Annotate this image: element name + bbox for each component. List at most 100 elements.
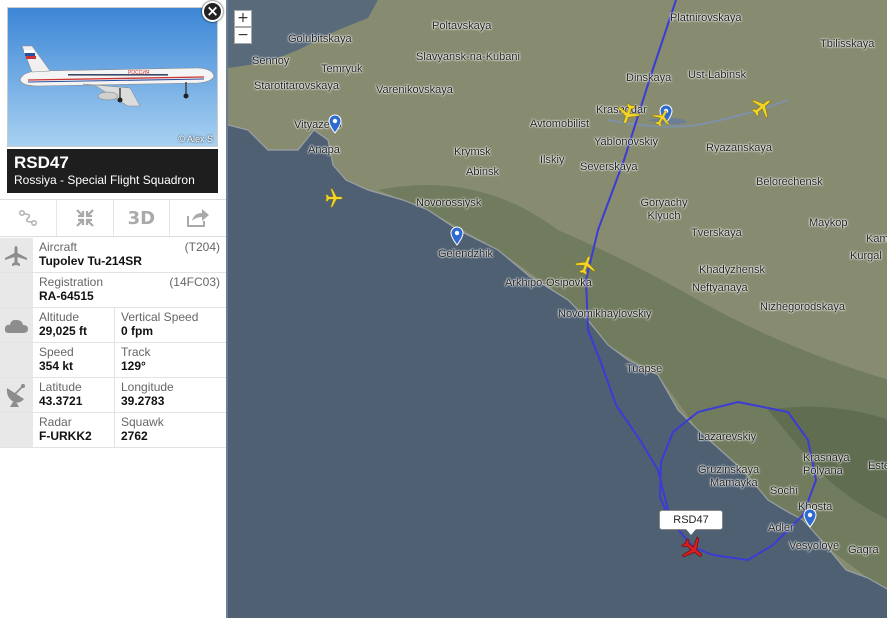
vertical-speed-cell: Vertical Speed 0 fpm bbox=[121, 310, 221, 339]
route-icon bbox=[18, 209, 37, 227]
radar-dish-icon bbox=[6, 384, 25, 407]
city-label: Tbilisskaya bbox=[820, 38, 875, 50]
city-label: Anapa bbox=[308, 144, 340, 156]
city-label: Novorossiysk bbox=[416, 197, 482, 209]
vertical-speed-label: Vertical Speed bbox=[121, 310, 199, 324]
city-label: Neftyanaya bbox=[692, 282, 748, 294]
speed-value: 354 kt bbox=[39, 359, 74, 373]
longitude-value: 39.2783 bbox=[121, 394, 165, 408]
close-panel-button[interactable]: × bbox=[202, 1, 223, 22]
latitude-label: Latitude bbox=[39, 380, 82, 394]
livery-text: РОССИЯ bbox=[128, 70, 150, 76]
zoom-out-button[interactable]: − bbox=[234, 27, 252, 44]
city-label: Maykop bbox=[809, 217, 848, 229]
longitude-label: Longitude bbox=[121, 380, 174, 394]
speed-cell: Speed 354 kt bbox=[39, 345, 115, 374]
aircraft-marker-icon[interactable] bbox=[575, 254, 597, 276]
city-label: Gruzinskaya bbox=[698, 464, 760, 476]
panel-toolbar: 3D bbox=[0, 199, 226, 237]
altitude-cell: Altitude 29,025 ft bbox=[39, 310, 115, 339]
city-label: Avtomobilist bbox=[530, 118, 590, 130]
flight-callsign: RSD47 bbox=[14, 153, 69, 172]
aircraft-marker-icon[interactable] bbox=[750, 95, 774, 119]
registration-code: (14FC03) bbox=[169, 275, 220, 289]
city-label: Tuapse bbox=[626, 363, 663, 375]
radar-label: Radar bbox=[39, 415, 72, 429]
fit-to-screen-button[interactable] bbox=[57, 200, 114, 236]
flight-info-panel: РОССИЯ © Alex S × RSD47 Rossiya - Specia… bbox=[0, 0, 226, 618]
vertical-speed-value: 0 fpm bbox=[121, 324, 154, 338]
squawk-value: 2762 bbox=[121, 429, 148, 443]
airport-pin-icon[interactable] bbox=[328, 114, 342, 134]
city-label: Gagra bbox=[848, 544, 879, 556]
city-label: Este bbox=[868, 460, 887, 472]
city-label: Temryuk bbox=[321, 63, 363, 75]
city-label: Slavyansk-na-Kubani bbox=[416, 51, 520, 63]
airline-name: Rossiya - Special Flight Squadron bbox=[14, 173, 195, 187]
aircraft-marker-icon[interactable] bbox=[324, 188, 344, 208]
airport-pin-icon[interactable] bbox=[803, 508, 817, 528]
city-label: Dinskaya bbox=[626, 72, 672, 84]
speed-label: Speed bbox=[39, 345, 74, 359]
aircraft-value: Tupolev Tu-214SR bbox=[39, 254, 142, 268]
city-label: Platnirovskaya bbox=[670, 12, 742, 24]
share-icon bbox=[187, 209, 210, 227]
flight-map[interactable]: + − Poltavskaya Platnirovskaya Golubitsk… bbox=[226, 0, 887, 618]
city-label: Tverskaya bbox=[691, 227, 742, 239]
registration-row: Registration RA-64515 (14FC03) bbox=[0, 273, 226, 308]
latitude-cell: Latitude 43.3721 bbox=[39, 380, 115, 409]
airplane-icon bbox=[5, 246, 27, 266]
aircraft-row: Aircraft Tupolev Tu-214SR (T204) bbox=[0, 238, 226, 273]
zoom-in-button[interactable]: + bbox=[234, 10, 252, 27]
squawk-label: Squawk bbox=[121, 415, 164, 429]
city-label: Kamenno bbox=[866, 233, 887, 245]
aircraft-marker-icon[interactable] bbox=[652, 108, 672, 128]
view-3d-button[interactable]: 3D bbox=[114, 200, 171, 236]
city-label: Gelendzhik bbox=[438, 248, 494, 260]
altitude-value: 29,025 ft bbox=[39, 324, 88, 338]
radar-row: Radar F-URKK2 Squawk 2762 bbox=[0, 413, 226, 448]
city-label: Novomikhaylovskiy bbox=[558, 308, 652, 320]
city-label: Starotitarovskaya bbox=[254, 80, 339, 92]
city-label: Belorechensk bbox=[756, 176, 823, 188]
city-label: Arkhipo-Osipovka bbox=[505, 277, 592, 289]
photo-credit: © Alex S bbox=[178, 134, 213, 144]
airport-pin-icon[interactable] bbox=[450, 226, 464, 246]
city-label: Abinsk bbox=[466, 166, 500, 178]
aircraft-photo: РОССИЯ © Alex S bbox=[7, 7, 218, 147]
view-3d-label: 3D bbox=[127, 207, 156, 229]
latitude-value: 43.3721 bbox=[39, 394, 83, 408]
city-label: Poltavskaya bbox=[432, 20, 492, 32]
radar-value: F-URKK2 bbox=[39, 429, 92, 443]
city-label: Ust-Labinsk bbox=[688, 69, 747, 81]
city-label: Vesyoloye bbox=[789, 540, 840, 552]
city-label: Ryazanskaya bbox=[706, 142, 773, 154]
altitude-row: Altitude 29,025 ft Vertical Speed 0 fpm bbox=[0, 308, 226, 343]
city-label: Sochi bbox=[770, 485, 798, 497]
share-button[interactable] bbox=[170, 200, 226, 236]
flight-details-table: Aircraft Tupolev Tu-214SR (T204) Registr… bbox=[0, 238, 226, 448]
city-label: Yablonovskiy bbox=[594, 136, 658, 148]
city-label: Ilskiy bbox=[540, 154, 565, 166]
show-route-button[interactable] bbox=[0, 200, 57, 236]
city-label: Sennoy bbox=[252, 55, 290, 67]
city-label: Lazarevskiy bbox=[698, 431, 757, 443]
city-label: Krymsk bbox=[454, 146, 491, 158]
selected-flight-label[interactable]: RSD47 bbox=[659, 510, 723, 535]
altitude-label: Altitude bbox=[39, 310, 80, 324]
city-label: Kurgal bbox=[850, 250, 882, 262]
squawk-cell: Squawk 2762 bbox=[121, 415, 221, 444]
city-label: Varenikovskaya bbox=[376, 84, 453, 96]
fit-to-screen-icon bbox=[75, 209, 94, 227]
track-label: Track bbox=[121, 345, 151, 359]
aircraft-marker-icon[interactable] bbox=[616, 102, 640, 126]
track-value: 129° bbox=[121, 359, 146, 373]
aircraft-type-code: (T204) bbox=[184, 240, 220, 254]
longitude-cell: Longitude 39.2783 bbox=[121, 380, 221, 409]
position-row: Latitude 43.3721 Longitude 39.2783 bbox=[0, 378, 226, 413]
city-label: Golubitskaya bbox=[288, 33, 352, 45]
city-label: Khadyzhensk bbox=[699, 264, 766, 276]
city-label: Mamayka bbox=[710, 477, 758, 489]
selected-aircraft-icon[interactable] bbox=[680, 536, 706, 562]
flight-title-box: RSD47 Rossiya - Special Flight Squadron bbox=[7, 149, 218, 193]
